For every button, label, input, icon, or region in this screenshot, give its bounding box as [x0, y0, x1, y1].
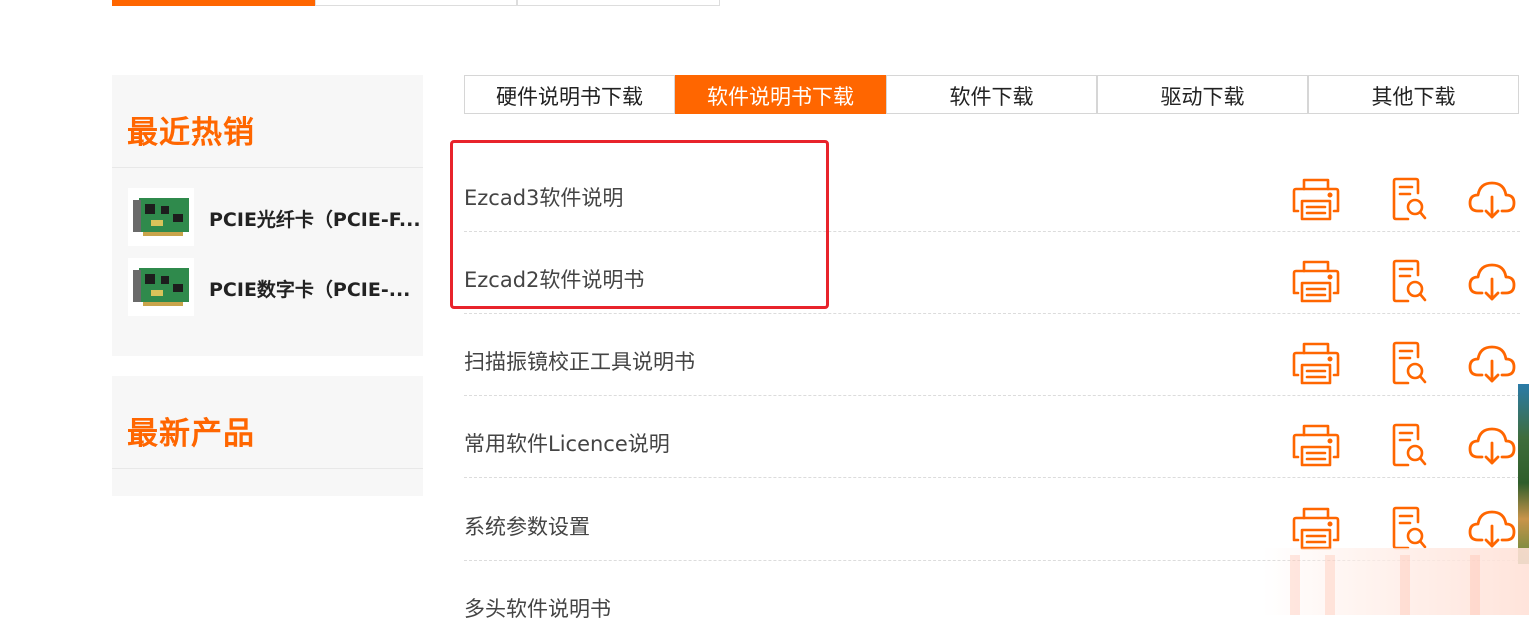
new-products-title: 最新产品 — [127, 416, 255, 452]
document-row: Ezcad3软件说明 — [464, 150, 1520, 232]
document-row: Ezcad2软件说明书 — [464, 232, 1520, 314]
document-row: 常用软件Licence说明 — [464, 396, 1520, 478]
print-icon[interactable] — [1290, 421, 1342, 469]
product-thumbnail[interactable] — [128, 188, 194, 246]
floating-panel-bar — [1325, 555, 1335, 615]
preview-icon[interactable] — [1384, 421, 1436, 469]
print-icon[interactable] — [1290, 175, 1342, 223]
hot-item-name[interactable]: PCIE光纤卡（PCIE-F... — [209, 205, 421, 232]
document-title[interactable]: 多头软件说明书 — [464, 593, 611, 623]
tab-driver-download[interactable]: 驱动下载 — [1097, 75, 1308, 114]
divider — [112, 468, 423, 469]
document-title[interactable]: 扫描振镜校正工具说明书 — [464, 346, 695, 376]
cloud-download-icon[interactable] — [1466, 339, 1518, 387]
preview-icon[interactable] — [1384, 175, 1436, 223]
side-image-fragment — [1518, 384, 1529, 564]
floating-panel-bar — [1470, 555, 1480, 615]
divider — [112, 167, 423, 168]
hot-sales-panel: 最近热销 PCIE光纤卡（PCIE-F... PCIE数字卡（PCIE-... — [112, 75, 423, 356]
top-tab-active[interactable] — [112, 0, 315, 6]
cloud-download-icon[interactable] — [1466, 175, 1518, 223]
hot-sales-title: 最近热销 — [127, 115, 255, 151]
document-title[interactable]: Ezcad2软件说明书 — [464, 264, 644, 294]
print-icon[interactable] — [1290, 339, 1342, 387]
product-thumbnail[interactable] — [128, 258, 194, 316]
print-icon[interactable] — [1290, 504, 1342, 552]
document-row: 扫描振镜校正工具说明书 — [464, 314, 1520, 396]
row-divider — [464, 477, 1520, 478]
document-title[interactable]: 系统参数设置 — [464, 511, 590, 541]
download-category-tabs: 硬件说明书下载 软件说明书下载 软件下载 驱动下载 其他下载 — [464, 75, 1520, 114]
hot-item[interactable]: PCIE光纤卡（PCIE-F... — [128, 188, 421, 246]
tab-software-manuals[interactable]: 软件说明书下载 — [675, 75, 886, 114]
tab-hardware-manuals[interactable]: 硬件说明书下载 — [464, 75, 675, 114]
preview-icon[interactable] — [1384, 257, 1436, 305]
top-tab-2[interactable] — [315, 0, 517, 6]
print-icon[interactable] — [1290, 257, 1342, 305]
document-title[interactable]: Ezcad3软件说明 — [464, 182, 623, 212]
preview-icon[interactable] — [1384, 504, 1436, 552]
top-tab-3[interactable] — [517, 0, 720, 6]
floating-panel-fragment — [1262, 548, 1529, 615]
tab-software-download[interactable]: 软件下载 — [886, 75, 1097, 114]
hot-item-name[interactable]: PCIE数字卡（PCIE-... — [209, 275, 410, 302]
cloud-download-icon[interactable] — [1466, 421, 1518, 469]
cloud-download-icon[interactable] — [1466, 504, 1518, 552]
new-products-panel: 最新产品 — [112, 376, 423, 496]
cloud-download-icon[interactable] — [1466, 257, 1518, 305]
floating-panel-bar — [1290, 555, 1300, 615]
tab-other-download[interactable]: 其他下载 — [1308, 75, 1519, 114]
top-tab-strip — [112, 0, 720, 6]
preview-icon[interactable] — [1384, 339, 1436, 387]
document-title[interactable]: 常用软件Licence说明 — [464, 428, 670, 458]
hot-item[interactable]: PCIE数字卡（PCIE-... — [128, 258, 418, 316]
floating-panel-bar — [1400, 555, 1410, 615]
